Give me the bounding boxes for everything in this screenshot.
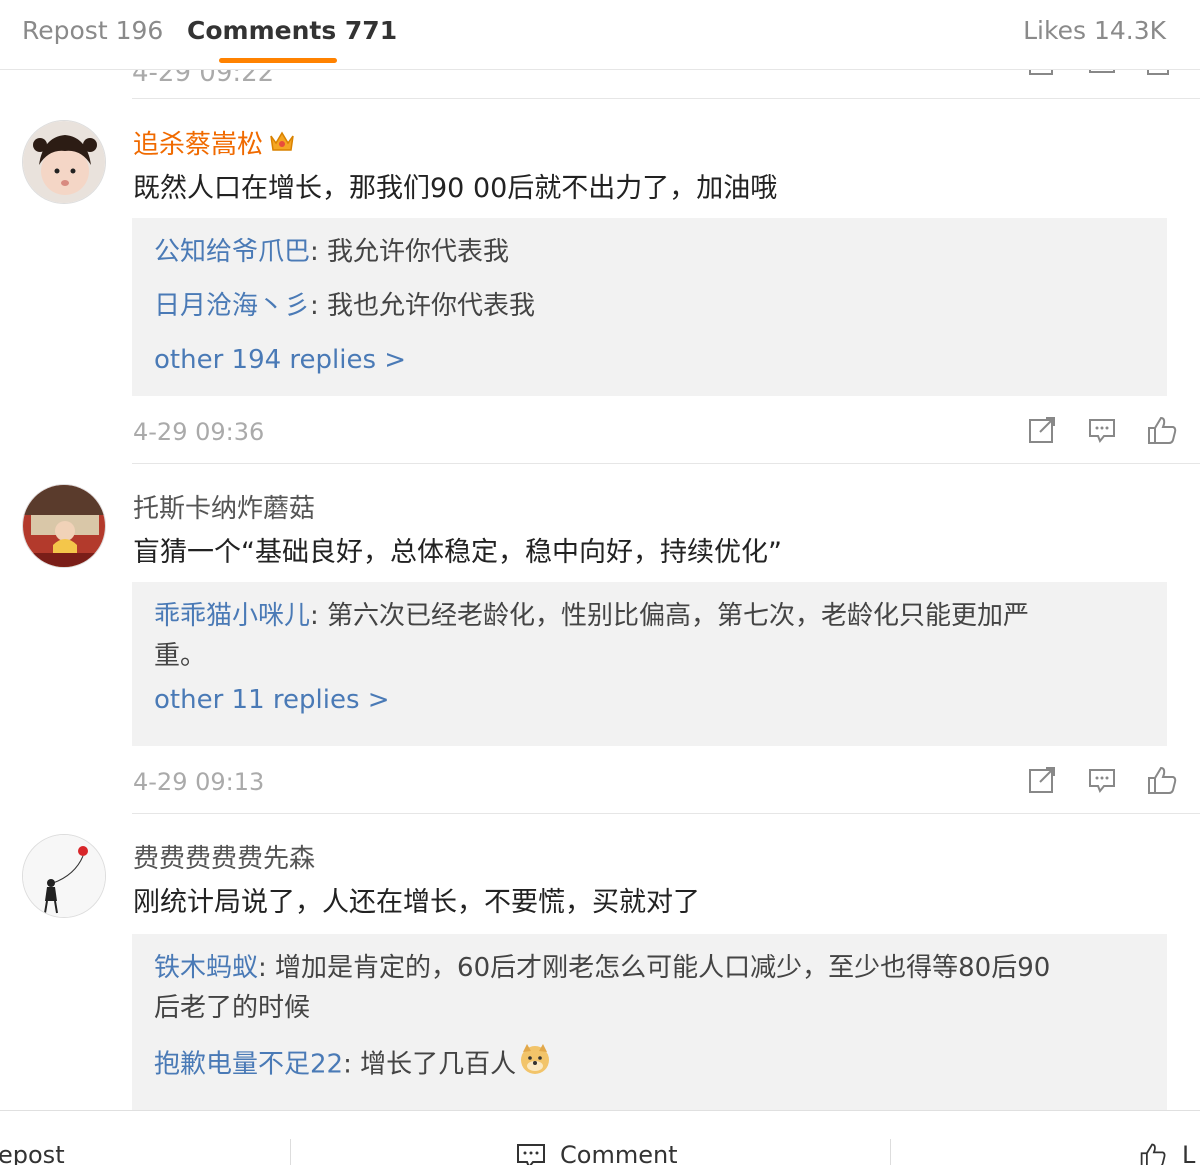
reply: 日月沧海丶彡: 我也允许你代表我 — [154, 286, 1145, 326]
avatar[interactable] — [22, 484, 106, 568]
tab-comments[interactable]: Comments 771 — [187, 16, 397, 45]
reply-username[interactable]: 日月沧海丶彡 — [154, 291, 310, 321]
reply-text: : 增长了几百人 — [343, 1049, 517, 1080]
bottom-like-button[interactable]: L — [1138, 1141, 1195, 1165]
more-replies-link[interactable]: other 21 replies > — [154, 1102, 1145, 1110]
reply: 乖乖猫小咪儿: 第六次已经老龄化，性别比偏高，第七次，老龄化只能更加严重。 — [154, 596, 1145, 676]
tab-bar: Repost 196 Comments 771 Likes 14.3K — [0, 0, 1200, 70]
avatar[interactable] — [22, 120, 106, 204]
reply-text: : 第六次已经老龄化，性别比偏高，第七次，老龄化只能更加严 — [310, 601, 1030, 631]
reply-username[interactable]: 抱歉电量不足22 — [154, 1050, 343, 1080]
reply: 铁木蚂蚁: 增加是肯定的，60后才刚老怎么可能人口减少，至少也得等80后90 后老… — [154, 948, 1145, 1028]
reply-preview-box[interactable]: 乖乖猫小咪儿: 第六次已经老龄化，性别比偏高，第七次，老龄化只能更加严重。 ot… — [132, 582, 1167, 746]
comment-username[interactable]: 费费费费费先森 — [133, 838, 315, 875]
divider — [132, 813, 1200, 814]
crown-icon — [269, 130, 295, 161]
bottom-repost-button[interactable]: epost — [0, 1141, 65, 1165]
comment-icon[interactable] — [1086, 764, 1118, 796]
reply-preview-box[interactable]: 公知给爷爪巴: 我允许你代表我 日月沧海丶彡: 我也允许你代表我 other 1… — [132, 218, 1167, 396]
comment-actions — [1026, 764, 1178, 796]
comment-username[interactable]: 追杀蔡嵩松 — [133, 124, 295, 161]
like-icon[interactable] — [1146, 414, 1178, 446]
reply-text: : 我也允许你代表我 — [310, 291, 536, 321]
comment-text: 刚统计局说了，人还在增长，不要慌，买就对了 — [133, 887, 700, 918]
reply-text: : 我允许你代表我 — [310, 237, 510, 267]
reply-text-continued: 后老了的时候 — [154, 993, 311, 1023]
reply-username[interactable]: 公知给爷爪巴 — [154, 237, 310, 267]
comment-time: 4-29 09:36 — [133, 418, 265, 446]
reply-username[interactable]: 乖乖猫小咪儿 — [154, 601, 310, 631]
like-icon — [1140, 1143, 1166, 1165]
share-icon[interactable] — [1026, 414, 1058, 446]
more-replies-link[interactable]: other 11 replies > — [154, 680, 1145, 720]
tab-likes[interactable]: Likes 14.3K — [1023, 16, 1166, 45]
divider — [890, 1139, 891, 1165]
doge-emoji-icon — [518, 1042, 552, 1088]
comment-username[interactable]: 托斯卡纳炸蘑菇 — [133, 488, 315, 525]
divider — [132, 98, 1200, 99]
tab-repost[interactable]: Repost 196 — [22, 16, 163, 45]
divider — [290, 1139, 291, 1165]
more-replies-link[interactable]: other 194 replies > — [154, 340, 1145, 380]
previous-comment-actions — [1010, 70, 1170, 86]
active-tab-indicator — [219, 58, 337, 63]
comment-icon — [517, 1144, 545, 1165]
share-icon[interactable] — [1026, 764, 1058, 796]
comment-text: 盲猜一个“基础良好，总体稳定，稳中向好，持续优化” — [133, 537, 782, 568]
previous-comment-time: 4-29 09:22 — [132, 70, 275, 88]
bottom-comment-label: Comment — [560, 1141, 678, 1165]
reply-username[interactable]: 铁木蚂蚁 — [154, 953, 258, 983]
bottom-repost-label: epost — [0, 1141, 65, 1165]
reply-preview-box[interactable]: 铁木蚂蚁: 增加是肯定的，60后才刚老怎么可能人口减少，至少也得等80后90 后老… — [132, 934, 1167, 1110]
bottom-like-label: L — [1182, 1141, 1196, 1165]
like-icon[interactable] — [1146, 764, 1178, 796]
bottom-action-bar: epost Comment L — [0, 1110, 1200, 1165]
reply-text-continued: 重。 — [154, 641, 207, 671]
comment-icon[interactable] — [1086, 414, 1118, 446]
reply-text: : 增加是肯定的，60后才刚老怎么可能人口减少，至少也得等80后90 — [258, 953, 1051, 983]
comment-time: 4-29 09:13 — [133, 768, 265, 796]
reply: 公知给爷爪巴: 我允许你代表我 — [154, 232, 1145, 272]
bottom-comment-button[interactable]: Comment — [516, 1141, 678, 1165]
comment-feed[interactable]: 4-29 09:22 追杀蔡嵩松 既然人口在增长，那我们90 00后就不出力了，… — [0, 70, 1200, 1110]
avatar[interactable] — [22, 834, 106, 918]
comment-actions — [1026, 414, 1178, 446]
divider — [132, 463, 1200, 464]
comment-text: 既然人口在增长，那我们90 00后就不出力了，加油哦 — [133, 173, 778, 204]
reply: 抱歉电量不足22: 增长了几百人 — [154, 1042, 1145, 1088]
